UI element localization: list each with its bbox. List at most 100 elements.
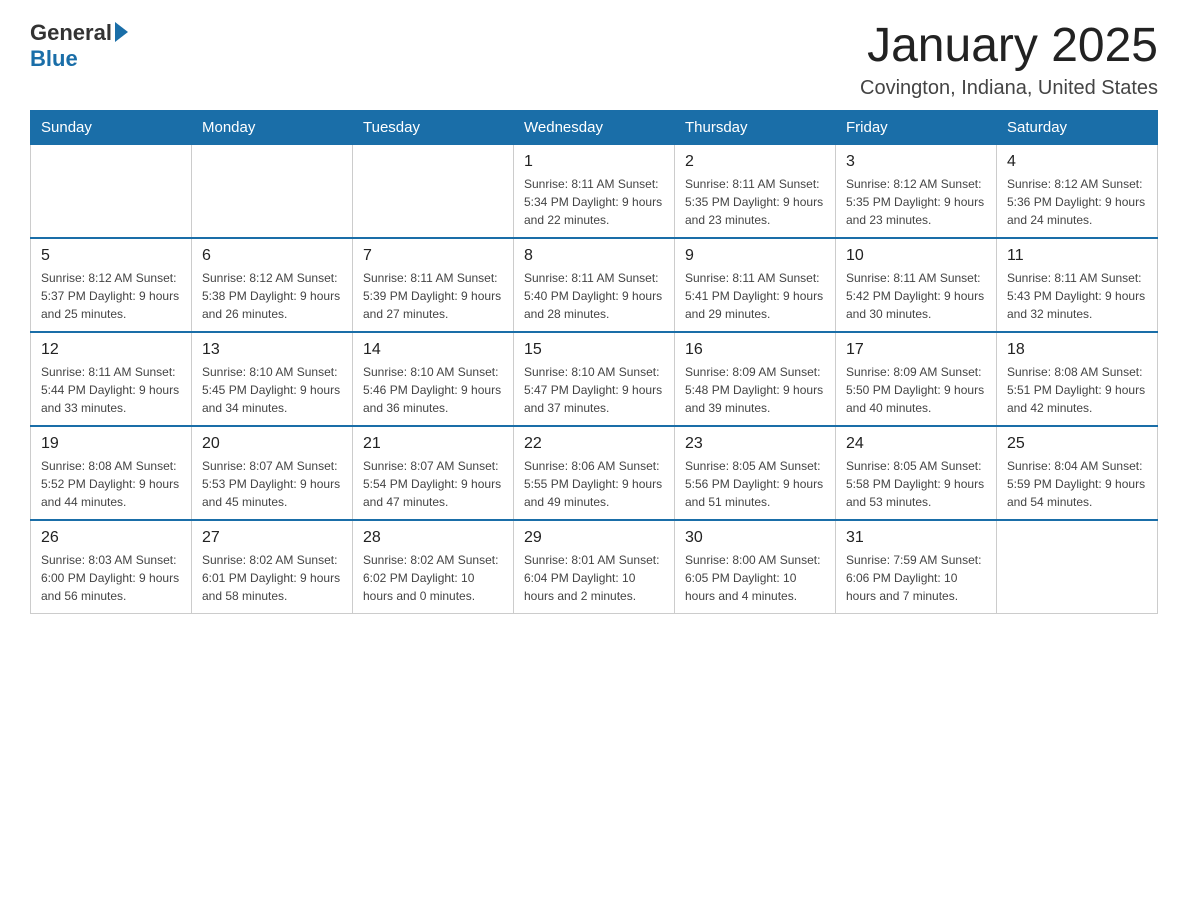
day-number: 4 [1007, 153, 1147, 171]
calendar-cell: 24 Sunrise: 8:05 AM Sunset: 5:58 PM Dayli… [836, 426, 997, 520]
day-info: Sunrise: 8:09 AM Sunset: 5:48 PM Dayligh… [685, 363, 825, 417]
calendar-cell: 19 Sunrise: 8:08 AM Sunset: 5:52 PM Dayli… [31, 426, 192, 520]
week-row-2: 5Sunrise: 8:12 AM Sunset: 5:37 PM Daylig… [31, 238, 1158, 332]
day-info: Sunrise: 8:00 AM Sunset: 6:05 PM Dayligh… [685, 551, 825, 605]
calendar-cell [997, 520, 1158, 614]
day-info: Sunrise: 8:11 AM Sunset: 5:41 PM Dayligh… [685, 269, 825, 323]
calendar-cell [192, 144, 353, 238]
day-number: 30 [685, 529, 825, 547]
calendar-cell: 28 Sunrise: 8:02 AM Sunset: 6:02 PM Dayli… [353, 520, 514, 614]
day-info: Sunrise: 8:11 AM Sunset: 5:42 PM Dayligh… [846, 269, 986, 323]
weekday-header-thursday: Thursday [675, 110, 836, 144]
week-row-3: 12 Sunrise: 8:11 AM Sunset: 5:44 PM Dayli… [31, 332, 1158, 426]
week-row-1: 1Sunrise: 8:11 AM Sunset: 5:34 PM Daylig… [31, 144, 1158, 238]
day-number: 5 [41, 247, 181, 265]
day-info: Sunrise: 7:59 AM Sunset: 6:06 PM Dayligh… [846, 551, 986, 605]
day-number: 26 [41, 529, 181, 547]
calendar-subtitle: Covington, Indiana, United States [860, 77, 1158, 100]
calendar-cell: 14Sunrise: 8:10 AM Sunset: 5:46 PM Dayli… [353, 332, 514, 426]
day-info: Sunrise: 8:11 AM Sunset: 5:43 PM Dayligh… [1007, 269, 1147, 323]
day-info: Sunrise: 8:12 AM Sunset: 5:38 PM Dayligh… [202, 269, 342, 323]
day-number: 19 [41, 435, 181, 453]
logo-arrow-icon [115, 22, 128, 42]
day-number: 25 [1007, 435, 1147, 453]
calendar-cell: 22 Sunrise: 8:06 AM Sunset: 5:55 PM Dayli… [514, 426, 675, 520]
day-info: Sunrise: 8:03 AM Sunset: 6:00 PM Dayligh… [41, 551, 181, 605]
calendar-cell: 16Sunrise: 8:09 AM Sunset: 5:48 PM Dayli… [675, 332, 836, 426]
day-info: Sunrise: 8:02 AM Sunset: 6:02 PM Dayligh… [363, 551, 503, 605]
day-info: Sunrise: 8:09 AM Sunset: 5:50 PM Dayligh… [846, 363, 986, 417]
day-number: 23 [685, 435, 825, 453]
day-number: 24 [846, 435, 986, 453]
calendar-cell: 4 Sunrise: 8:12 AM Sunset: 5:36 PM Daylig… [997, 144, 1158, 238]
week-row-5: 26 Sunrise: 8:03 AM Sunset: 6:00 PM Dayli… [31, 520, 1158, 614]
day-info: Sunrise: 8:07 AM Sunset: 5:53 PM Dayligh… [202, 457, 342, 511]
calendar-cell: 5Sunrise: 8:12 AM Sunset: 5:37 PM Daylig… [31, 238, 192, 332]
day-number: 14 [363, 341, 503, 359]
calendar-cell: 2 Sunrise: 8:11 AM Sunset: 5:35 PM Daylig… [675, 144, 836, 238]
weekday-header-wednesday: Wednesday [514, 110, 675, 144]
day-number: 11 [1007, 247, 1147, 265]
day-number: 21 [363, 435, 503, 453]
calendar-cell: 29 Sunrise: 8:01 AM Sunset: 6:04 PM Dayli… [514, 520, 675, 614]
calendar-cell: 23 Sunrise: 8:05 AM Sunset: 5:56 PM Dayli… [675, 426, 836, 520]
day-info: Sunrise: 8:11 AM Sunset: 5:35 PM Dayligh… [685, 175, 825, 229]
calendar-cell: 31Sunrise: 7:59 AM Sunset: 6:06 PM Dayli… [836, 520, 997, 614]
day-number: 17 [846, 341, 986, 359]
day-info: Sunrise: 8:11 AM Sunset: 5:40 PM Dayligh… [524, 269, 664, 323]
logo-general-text: General [30, 20, 112, 46]
day-info: Sunrise: 8:07 AM Sunset: 5:54 PM Dayligh… [363, 457, 503, 511]
day-number: 8 [524, 247, 664, 265]
day-number: 7 [363, 247, 503, 265]
day-info: Sunrise: 8:12 AM Sunset: 5:36 PM Dayligh… [1007, 175, 1147, 229]
logo: General Blue [30, 20, 128, 72]
calendar-table: SundayMondayTuesdayWednesdayThursdayFrid… [30, 110, 1158, 614]
calendar-cell: 26 Sunrise: 8:03 AM Sunset: 6:00 PM Dayli… [31, 520, 192, 614]
calendar-cell: 10 Sunrise: 8:11 AM Sunset: 5:42 PM Dayli… [836, 238, 997, 332]
day-number: 9 [685, 247, 825, 265]
calendar-cell: 21 Sunrise: 8:07 AM Sunset: 5:54 PM Dayli… [353, 426, 514, 520]
weekday-header-monday: Monday [192, 110, 353, 144]
day-number: 10 [846, 247, 986, 265]
day-info: Sunrise: 8:01 AM Sunset: 6:04 PM Dayligh… [524, 551, 664, 605]
day-info: Sunrise: 8:02 AM Sunset: 6:01 PM Dayligh… [202, 551, 342, 605]
day-info: Sunrise: 8:10 AM Sunset: 5:47 PM Dayligh… [524, 363, 664, 417]
day-info: Sunrise: 8:08 AM Sunset: 5:52 PM Dayligh… [41, 457, 181, 511]
calendar-cell: 6 Sunrise: 8:12 AM Sunset: 5:38 PM Daylig… [192, 238, 353, 332]
calendar-cell: 1Sunrise: 8:11 AM Sunset: 5:34 PM Daylig… [514, 144, 675, 238]
calendar-cell: 15 Sunrise: 8:10 AM Sunset: 5:47 PM Dayli… [514, 332, 675, 426]
weekday-header-friday: Friday [836, 110, 997, 144]
day-info: Sunrise: 8:06 AM Sunset: 5:55 PM Dayligh… [524, 457, 664, 511]
logo-blue-text: Blue [30, 46, 78, 71]
day-number: 1 [524, 153, 664, 171]
calendar-cell: 13Sunrise: 8:10 AM Sunset: 5:45 PM Dayli… [192, 332, 353, 426]
day-number: 2 [685, 153, 825, 171]
weekday-header-tuesday: Tuesday [353, 110, 514, 144]
day-number: 18 [1007, 341, 1147, 359]
day-info: Sunrise: 8:05 AM Sunset: 5:56 PM Dayligh… [685, 457, 825, 511]
day-number: 15 [524, 341, 664, 359]
day-number: 12 [41, 341, 181, 359]
day-info: Sunrise: 8:11 AM Sunset: 5:44 PM Dayligh… [41, 363, 181, 417]
day-number: 22 [524, 435, 664, 453]
title-block: January 2025 Covington, Indiana, United … [860, 20, 1158, 100]
calendar-cell [31, 144, 192, 238]
calendar-cell: 30 Sunrise: 8:00 AM Sunset: 6:05 PM Dayli… [675, 520, 836, 614]
day-number: 3 [846, 153, 986, 171]
day-number: 27 [202, 529, 342, 547]
day-number: 20 [202, 435, 342, 453]
calendar-cell: 17 Sunrise: 8:09 AM Sunset: 5:50 PM Dayli… [836, 332, 997, 426]
calendar-cell: 25Sunrise: 8:04 AM Sunset: 5:59 PM Dayli… [997, 426, 1158, 520]
day-number: 6 [202, 247, 342, 265]
calendar-cell: 18 Sunrise: 8:08 AM Sunset: 5:51 PM Dayli… [997, 332, 1158, 426]
day-number: 13 [202, 341, 342, 359]
calendar-cell: 11 Sunrise: 8:11 AM Sunset: 5:43 PM Dayli… [997, 238, 1158, 332]
day-number: 29 [524, 529, 664, 547]
calendar-cell: 27 Sunrise: 8:02 AM Sunset: 6:01 PM Dayli… [192, 520, 353, 614]
calendar-cell: 8 Sunrise: 8:11 AM Sunset: 5:40 PM Daylig… [514, 238, 675, 332]
day-info: Sunrise: 8:05 AM Sunset: 5:58 PM Dayligh… [846, 457, 986, 511]
page-header: General Blue January 2025 Covington, Ind… [30, 20, 1158, 100]
day-number: 28 [363, 529, 503, 547]
day-info: Sunrise: 8:08 AM Sunset: 5:51 PM Dayligh… [1007, 363, 1147, 417]
calendar-cell: 12 Sunrise: 8:11 AM Sunset: 5:44 PM Dayli… [31, 332, 192, 426]
